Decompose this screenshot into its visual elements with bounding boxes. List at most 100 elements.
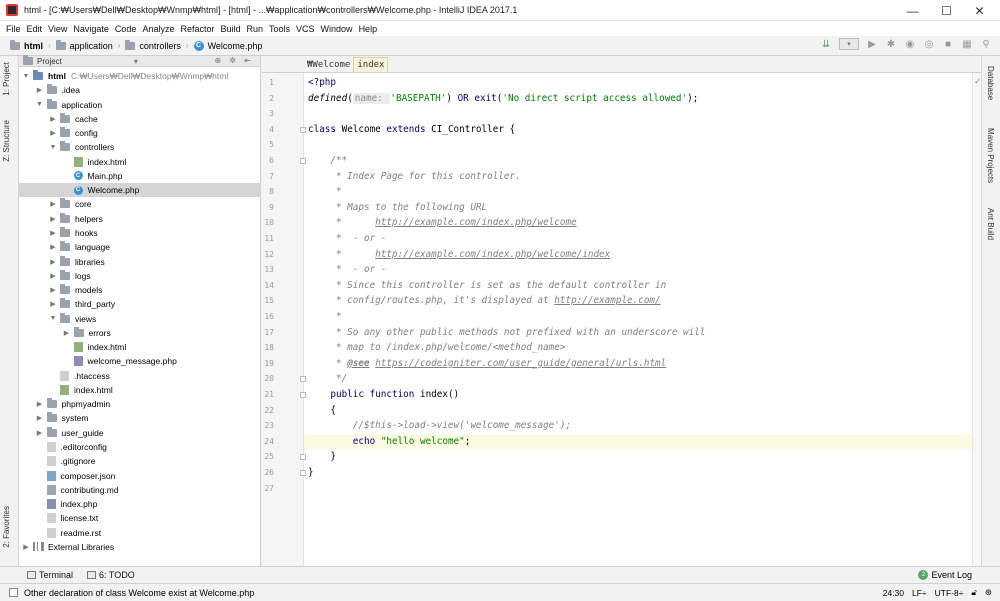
debug-icon[interactable]: ✱: [885, 38, 897, 50]
tree-item[interactable]: ▶ cache: [19, 112, 261, 126]
tree-item[interactable]: ▶ helpers: [19, 212, 261, 226]
tree-item[interactable]: C Welcome.php: [19, 183, 261, 198]
chevron-right-icon[interactable]: ▶: [63, 329, 71, 337]
minimize-button[interactable]: —: [896, 0, 929, 21]
chevron-right-icon[interactable]: ▶: [49, 115, 57, 123]
code-line[interactable]: defined(name: 'BASEPATH') OR exit('No di…: [304, 91, 972, 107]
view-dropdown-icon[interactable]: ▾: [134, 57, 138, 66]
close-button[interactable]: ✕: [963, 0, 996, 21]
chevron-right-icon[interactable]: ▶: [49, 215, 57, 223]
tree-item[interactable]: license.txt: [19, 511, 261, 525]
tree-item[interactable]: welcome_message.php: [19, 354, 261, 368]
code-line[interactable]: //$this->load->view('welcome_message');: [304, 418, 972, 434]
menu-file[interactable]: File: [6, 24, 21, 34]
tree-item[interactable]: ▶ language: [19, 240, 261, 254]
tree-item[interactable]: contributing.md: [19, 483, 261, 497]
search-everywhere-icon[interactable]: ⚲: [980, 38, 992, 50]
tree-item[interactable]: ▶ libraries: [19, 255, 261, 269]
chevron-right-icon[interactable]: ▶: [49, 286, 57, 294]
code-line[interactable]: }: [304, 465, 972, 481]
code-line[interactable]: * Maps to the following URL: [304, 200, 972, 216]
chevron-down-icon[interactable]: ▼: [49, 315, 57, 322]
terminal-button[interactable]: Terminal: [27, 570, 73, 580]
chevron-down-icon[interactable]: ▼: [22, 73, 30, 80]
code-content[interactable]: <?php defined(name: 'BASEPATH') OR exit('…: [304, 73, 972, 566]
tree-item[interactable]: ▶ phpmyadmin: [19, 397, 261, 411]
menu-analyze[interactable]: Analyze: [142, 24, 174, 34]
menu-refactor[interactable]: Refactor: [180, 24, 214, 34]
run-config-dropdown[interactable]: ▾: [839, 38, 859, 50]
tab-database[interactable]: Database: [986, 66, 995, 100]
code-line[interactable]: * config/routes.php, it's displayed at h…: [304, 293, 972, 309]
chevron-right-icon[interactable]: ▶: [49, 200, 57, 208]
tree-item[interactable]: ▶ config: [19, 126, 261, 140]
code-line[interactable]: * - or -: [304, 262, 972, 278]
line-separator[interactable]: LF÷: [912, 588, 927, 598]
tab-ant-build[interactable]: Ant Build: [986, 208, 995, 240]
panel-settings-icon[interactable]: ⊕ ✲ ⇤: [214, 56, 254, 65]
code-line[interactable]: * http://example.com/index.php/welcome/i…: [304, 247, 972, 263]
tab-maven-projects[interactable]: Maven Projects: [986, 128, 995, 183]
tree-item[interactable]: ▶ system: [19, 411, 261, 425]
chevron-down-icon[interactable]: ▼: [49, 144, 57, 151]
code-line[interactable]: <?php: [304, 75, 972, 91]
tree-item[interactable]: ▼ html C:₩Users₩Dell₩Desktop₩Wnmp₩html: [19, 69, 261, 83]
code-line[interactable]: * http://example.com/index.php/welcome: [304, 215, 972, 231]
coverage-icon[interactable]: ◉: [904, 38, 916, 50]
code-line[interactable]: */: [304, 371, 972, 387]
tree-item[interactable]: C Main.php: [19, 169, 261, 183]
code-line[interactable]: {: [304, 403, 972, 419]
tree-item[interactable]: index.html: [19, 155, 261, 169]
chevron-right-icon[interactable]: ▶: [49, 300, 57, 308]
chevron-right-icon[interactable]: ▶: [36, 400, 44, 408]
tab-project[interactable]: 1: Project: [2, 62, 11, 96]
tree-item[interactable]: ▶ third_party: [19, 297, 261, 311]
chevron-right-icon[interactable]: ▶: [49, 243, 57, 251]
chevron-right-icon[interactable]: ▶: [36, 86, 44, 94]
tree-item[interactable]: ▶ models: [19, 283, 261, 297]
tab-index[interactable]: index: [353, 57, 389, 72]
todo-button[interactable]: 6: TODO: [87, 570, 135, 580]
tree-item[interactable]: ▶ hooks: [19, 226, 261, 240]
menu-edit[interactable]: Edit: [27, 24, 43, 34]
menu-code[interactable]: Code: [115, 24, 137, 34]
tab-structure[interactable]: Z: Structure: [2, 120, 11, 162]
tree-item[interactable]: .gitignore: [19, 454, 261, 468]
tree-item[interactable]: ▶ External Libraries: [19, 540, 261, 554]
tree-item[interactable]: composer.json: [19, 469, 261, 483]
tree-item[interactable]: .editorconfig: [19, 440, 261, 454]
run-icon[interactable]: ▶: [866, 38, 878, 50]
code-line[interactable]: [304, 481, 972, 497]
tree-item[interactable]: ▼ views: [19, 312, 261, 326]
menu-build[interactable]: Build: [220, 24, 240, 34]
chevron-right-icon[interactable]: ▶: [36, 414, 44, 422]
hector-inspector-icon[interactable]: ⊛: [985, 587, 992, 598]
maximize-button[interactable]: ☐: [930, 0, 963, 21]
code-line[interactable]: public function index(): [304, 387, 972, 403]
tree-item[interactable]: .htaccess: [19, 369, 261, 383]
tree-item[interactable]: ▶ errors: [19, 326, 261, 340]
code-line[interactable]: }: [304, 449, 972, 465]
code-line[interactable]: echo "hello welcome";: [304, 433, 972, 450]
project-structure-icon[interactable]: ▦: [961, 38, 973, 50]
breadcrumb-controllers[interactable]: controllers ›: [125, 39, 189, 51]
build-icon[interactable]: ⇊: [820, 38, 832, 50]
tree-item[interactable]: index.html: [19, 383, 261, 397]
event-log-button[interactable]: 2 Event Log: [918, 570, 972, 580]
code-line[interactable]: *: [304, 184, 972, 200]
profile-icon[interactable]: ◎: [923, 38, 935, 50]
stop-icon[interactable]: ■: [942, 38, 954, 50]
tree-item[interactable]: ▶ logs: [19, 269, 261, 283]
toggle-toolwindows-icon[interactable]: [9, 588, 18, 597]
code-line[interactable]: * So any other public methods not prefix…: [304, 325, 972, 341]
chevron-down-icon[interactable]: ▼: [36, 101, 44, 108]
breadcrumb-welcome-php[interactable]: C Welcome.php: [193, 40, 262, 51]
code-line[interactable]: * map to /index.php/welcome/<method_name…: [304, 340, 972, 356]
code-line[interactable]: * @see https://codeigniter.com/user_guid…: [304, 356, 972, 372]
code-line[interactable]: * Since this controller is set as the de…: [304, 278, 972, 294]
code-line[interactable]: * Index Page for this controller.: [304, 169, 972, 185]
chevron-right-icon[interactable]: ▶: [49, 272, 57, 280]
chevron-right-icon[interactable]: ▶: [49, 129, 57, 137]
menu-navigate[interactable]: Navigate: [73, 24, 109, 34]
chevron-right-icon[interactable]: ▶: [22, 543, 30, 551]
